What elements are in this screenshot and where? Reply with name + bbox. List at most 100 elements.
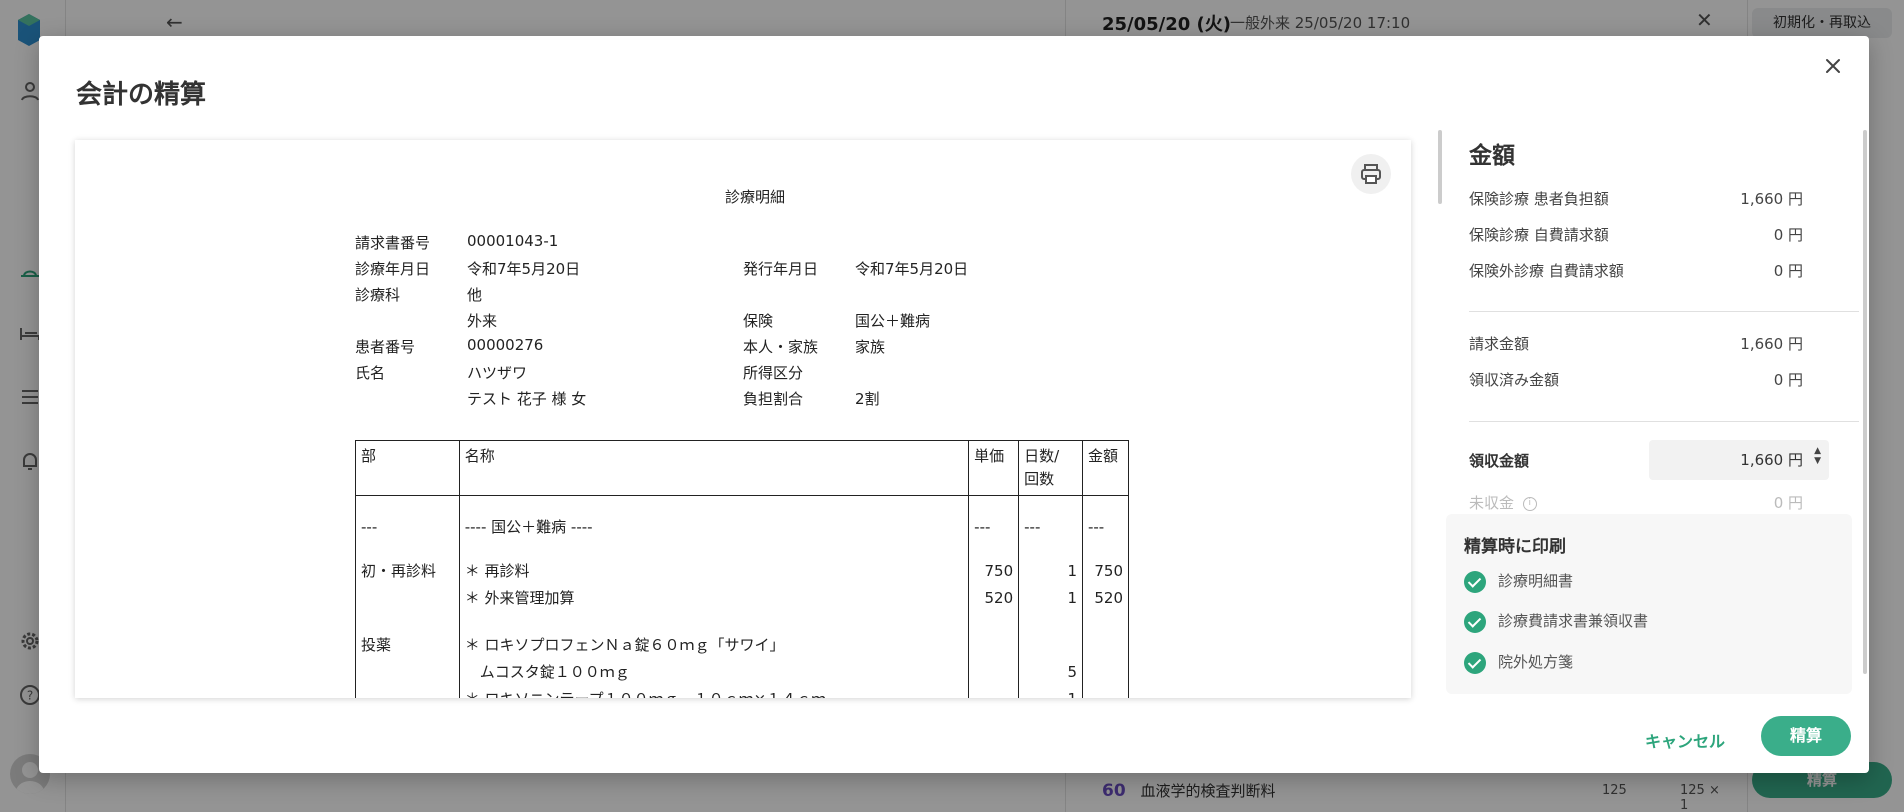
cell [1081, 631, 1130, 659]
cell: 750 [968, 557, 1020, 585]
table-row: ＊ 外来管理加算 520 1 520 [355, 584, 1130, 612]
cell: ＊ 再診料 [458, 557, 970, 585]
cell [1081, 658, 1130, 686]
table-spacer [355, 545, 1130, 558]
statement-preview: 診療明細 請求書番号 00001043-1 診療年月日 令和7年5月20日 発行… [75, 140, 1411, 698]
dept-label: 診療科 [355, 286, 401, 304]
cell [968, 658, 1020, 686]
cell: ムコスタ錠１００ｍｇ [458, 658, 970, 686]
checkbox-label: 院外処方箋 [1498, 653, 1574, 671]
name-kana: ハツザワ [467, 364, 528, 382]
table-row: ＊ ロキソニンテープ１００ｍｇ １０ｃｍ×１４ｃｍ 1 [355, 685, 1130, 698]
income-label: 所得区分 [743, 364, 804, 382]
visit-date-value: 令和7年5月20日 [467, 260, 581, 278]
row-value: 0 円 [1773, 226, 1803, 244]
invoice-no: 00001043-1 [467, 232, 559, 250]
col-unit-price: 単価 [968, 440, 1020, 496]
row-label: 未収金 [1469, 494, 1515, 512]
row-value: 0 円 [1773, 494, 1803, 512]
issue-date-value: 令和7年5月20日 [855, 260, 969, 278]
stepper-icon[interactable]: ▲ ▼ [1814, 446, 1821, 466]
cell: --- [1081, 495, 1130, 546]
issue-date-label: 発行年月日 [743, 260, 819, 278]
table-spacer [355, 611, 1130, 632]
close-icon[interactable] [1819, 52, 1847, 80]
patient-name: テスト 花子 様 女 [467, 390, 587, 408]
visit-type: 外来 [467, 312, 498, 330]
checkbox-invoice-receipt[interactable]: 診療費請求書兼領収書 [1464, 610, 1648, 633]
settlement-dialog: 会計の精算 診療明細 請求書番号 00001043-1 診療年月日 令和7年5月… [39, 36, 1869, 773]
row-value: 0 円 [1773, 262, 1803, 280]
invoice-no-label: 請求書番号 [355, 234, 431, 252]
uninsured-self-pay-row: 保険外診療 自費請求額 0 円 [1469, 260, 1803, 281]
checkbox-prescription[interactable]: 院外処方箋 [1464, 651, 1573, 674]
checkbox-statement[interactable]: 診療明細書 [1464, 570, 1573, 593]
cell: 初・再診料 [355, 557, 460, 585]
cell: ＊ 外来管理加算 [458, 584, 970, 612]
row-label: 保険診療 患者負担額 [1469, 190, 1609, 208]
cell: ---- 国公＋難病 ---- [458, 495, 970, 546]
print-on-settle-title: 精算時に印刷 [1464, 537, 1566, 557]
cell: 投薬 [355, 631, 460, 659]
cell: 520 [968, 584, 1020, 612]
col-dept: 部 [355, 440, 460, 496]
cell [1081, 685, 1130, 698]
divider [1469, 311, 1859, 312]
patient-no-label: 患者番号 [355, 338, 416, 356]
scrollbar[interactable] [1438, 130, 1442, 204]
dialog-title: 会計の精算 [76, 80, 207, 110]
cell: 750 [1081, 557, 1130, 585]
burden-value: 2割 [855, 390, 880, 408]
relation-value: 家族 [855, 338, 886, 356]
table-row: 初・再診料 ＊ 再診料 750 1 750 [355, 557, 1130, 585]
row-value: 1,660 円 [1740, 335, 1803, 353]
relation-label: 本人・家族 [743, 338, 819, 356]
unpaid-row: 未収金 i 0 円 [1469, 492, 1803, 513]
statement-table: 部 名称 単価 日数/ 回数 金額 --- ---- 国公＋難病 ---- --… [355, 440, 1130, 698]
table-row: 投薬 ＊ ロキソプロフェンＮａ錠６０ｍｇ「サワイ」 [355, 631, 1130, 659]
print-on-settle-card: 精算時に印刷 診療明細書 診療費請求書兼領収書 院外処方箋 [1446, 514, 1852, 694]
check-icon [1464, 570, 1486, 593]
insurance-label: 保険 [743, 312, 774, 330]
cancel-button[interactable]: キャンセル [1645, 728, 1725, 752]
col-name: 名称 [458, 440, 970, 496]
row-label: 保険診療 自費請求額 [1469, 226, 1609, 244]
cell [355, 685, 460, 698]
cell: ＊ ロキソプロフェンＮａ錠６０ｍｇ「サワイ」 [458, 631, 970, 659]
row-value: 1,660 円 [1740, 190, 1803, 208]
divider [1469, 421, 1859, 422]
scrollbar[interactable] [1863, 130, 1867, 674]
insured-self-pay-row: 保険診療 自費請求額 0 円 [1469, 224, 1803, 245]
cell: 1 [1018, 584, 1083, 612]
row-label: 保険外診療 自費請求額 [1469, 262, 1624, 280]
cell: --- [968, 495, 1020, 546]
insured-patient-burden-row: 保険診療 患者負担額 1,660 円 [1469, 188, 1803, 209]
dept-value: 他 [467, 286, 483, 304]
info-icon[interactable]: i [1522, 496, 1537, 511]
row-label: 領収済み金額 [1469, 371, 1560, 389]
receive-amount-value: 1,660 円 [1740, 451, 1803, 469]
receive-amount-input[interactable]: 1,660 円 ▲ ▼ [1649, 440, 1829, 480]
insurance-value: 国公＋難病 [855, 312, 931, 330]
cell [968, 685, 1020, 698]
received-amount-row: 領収済み金額 0 円 [1469, 369, 1803, 390]
printer-icon [1361, 164, 1381, 184]
burden-label: 負担割合 [743, 390, 804, 408]
cell [1018, 631, 1083, 659]
patient-no-value: 00000276 [467, 336, 544, 354]
row-label: 請求金額 [1469, 335, 1530, 353]
cell [355, 658, 460, 686]
table-row: --- ---- 国公＋難病 ---- --- --- --- [355, 495, 1130, 546]
table-row: ムコスタ錠１００ｍｇ 5 [355, 658, 1130, 686]
print-button[interactable] [1351, 154, 1391, 194]
col-days: 日数/ 回数 [1018, 440, 1083, 496]
cell: 1 [1018, 685, 1083, 698]
statement-title: 診療明細 [725, 188, 786, 206]
cell [355, 584, 460, 612]
cell [968, 631, 1020, 659]
settle-button[interactable]: 精算 [1761, 716, 1851, 756]
amount-heading: 金額 [1469, 143, 1515, 169]
cell: 520 [1081, 584, 1130, 612]
row-value: 0 円 [1773, 371, 1803, 389]
check-icon [1464, 610, 1486, 633]
